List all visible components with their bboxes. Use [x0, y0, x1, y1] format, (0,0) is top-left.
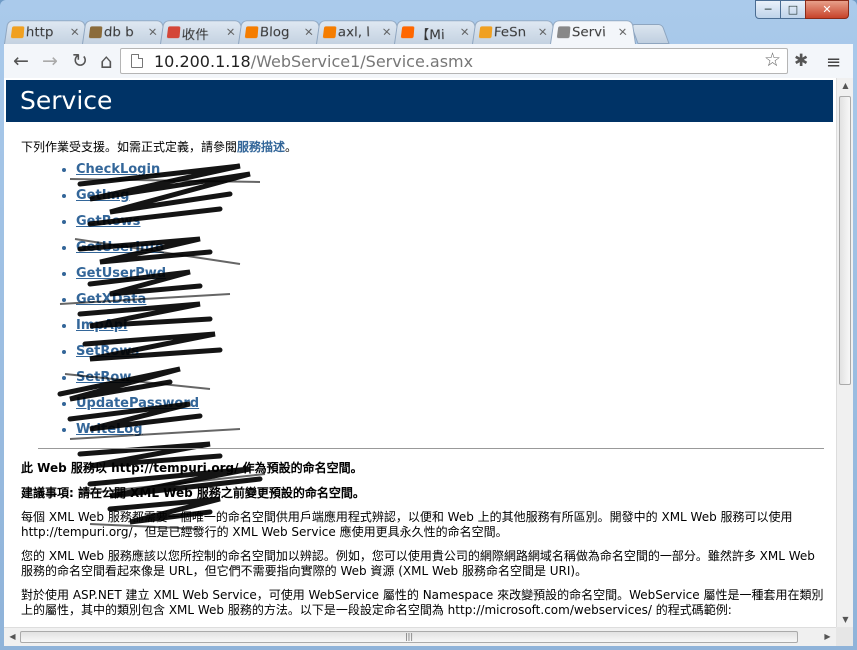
loop-icon — [478, 26, 493, 39]
vertical-scroll-thumb[interactable] — [839, 96, 851, 385]
tab-strip: http × db b × 收件 × Blog × axl, l × 【Mi × FeSn × Servi × — [4, 18, 670, 44]
maximize-button[interactable]: □ — [780, 0, 806, 19]
blogger-icon — [322, 26, 337, 39]
new-tab-button[interactable] — [630, 24, 670, 44]
loop-icon — [10, 26, 25, 39]
minimize-button[interactable]: ─ — [755, 0, 781, 19]
tab-close-icon[interactable]: × — [303, 25, 314, 38]
vertical-scrollbar[interactable]: ▲ ▼ — [836, 78, 853, 627]
extension-puzzle-icon[interactable]: ✱ — [794, 51, 808, 71]
page-title: Service — [6, 80, 833, 122]
paragraph-namespace-unique: 每個 XML Web 服務都需要一個唯一的命名空間供用戶端應用程式辨認，以便和 … — [21, 510, 793, 539]
window-controls: ─ □ ✕ — [755, 0, 849, 19]
tab-close-icon[interactable]: × — [225, 25, 236, 38]
tab-close-icon[interactable]: × — [147, 25, 158, 38]
toolbar: ← → ↻ ⌂ 10.200.1.18/WebService1/Service.… — [4, 44, 853, 79]
reload-button[interactable]: ↻ — [72, 51, 88, 71]
browser-window: ─ □ ✕ http × db b × 收件 × Blog × axl, l × 【Mi × FeSn ×… — [0, 0, 857, 650]
tab-close-icon[interactable]: × — [69, 25, 80, 38]
intro-end: 。 — [285, 140, 298, 154]
tab-6[interactable]: FeSn × — [472, 20, 556, 44]
scroll-up-arrow-icon[interactable]: ▲ — [837, 81, 853, 90]
tab-5[interactable]: 【Mi × — [394, 20, 478, 44]
tab-title: http — [25, 25, 54, 41]
tab-title: 【Mi — [415, 28, 445, 44]
page-icon — [131, 54, 143, 68]
url-path: /WebService1/Service.asmx — [250, 52, 474, 71]
paragraph-namespace-control: 您的 XML Web 服務應該以您所控制的命名空間加以辨認。例如，您可以使用貴公… — [21, 549, 815, 578]
paragraph-aspnet: 對於使用 ASP.NET 建立 XML Web Service，可使用 WebS… — [21, 588, 824, 617]
gmail-icon — [166, 26, 181, 39]
tab-title: 收件 — [181, 28, 209, 44]
tab-close-icon[interactable]: × — [459, 25, 470, 38]
mi-icon — [400, 26, 415, 39]
url-host: 10.200.1.18 — [154, 52, 251, 71]
tab-7[interactable]: Servi × — [550, 20, 636, 44]
bookmark-star-icon[interactable]: ☆ — [764, 49, 781, 71]
tab-title: axl, l — [337, 25, 371, 41]
page-icon — [556, 26, 571, 39]
tab-close-icon[interactable]: × — [617, 25, 628, 38]
horizontal-scrollbar[interactable]: ◀ ||| ▶ — [4, 627, 853, 646]
separator — [38, 448, 824, 449]
forward-button[interactable]: → — [42, 51, 58, 71]
tab-close-icon[interactable]: × — [381, 25, 392, 38]
page-viewport: Service 下列作業受支援。如需正式定義，請參閱服務描述。 CheckLog… — [4, 78, 853, 646]
scroll-right-arrow-icon[interactable]: ▶ — [819, 632, 836, 641]
tab-title: Blog — [259, 25, 290, 41]
scroll-down-arrow-icon[interactable]: ▼ — [837, 615, 853, 624]
blogger-icon — [244, 26, 259, 39]
tab-3[interactable]: Blog × — [238, 20, 322, 44]
tab-0[interactable]: http × — [4, 20, 88, 44]
image-icon — [88, 26, 103, 39]
chrome-menu-icon[interactable]: ≡ — [826, 52, 841, 73]
address-bar[interactable]: 10.200.1.18/WebService1/Service.asmx ☆ — [120, 48, 788, 74]
tab-title: db b — [103, 25, 134, 41]
recommendation-heading: 建議事項: 請在公開 XML Web 服務之前變更預設的命名空間。 — [21, 486, 365, 500]
namespace-note: 此 Web 服務以 http://tempuri.org/ 作為預設的命名空間。 — [21, 461, 363, 475]
tab-1[interactable]: db b × — [82, 20, 166, 44]
tab-4[interactable]: axl, l × — [316, 20, 400, 44]
tab-title: FeSn — [493, 25, 527, 41]
intro-label: 下列作業受支援。如需正式定義，請參閱 — [21, 140, 238, 154]
service-description-link[interactable]: 服務描述 — [237, 140, 285, 154]
close-button[interactable]: ✕ — [805, 0, 849, 19]
tab-2[interactable]: 收件 × — [160, 20, 244, 44]
back-button[interactable]: ← — [13, 51, 29, 71]
horizontal-scroll-thumb[interactable]: ||| — [20, 631, 798, 643]
scroll-left-arrow-icon[interactable]: ◀ — [4, 632, 21, 641]
tab-close-icon[interactable]: × — [537, 25, 548, 38]
tab-title: Servi — [571, 25, 607, 41]
page-content: Service 下列作業受支援。如需正式定義，請參閱服務描述。 CheckLog… — [4, 78, 836, 627]
intro-text: 下列作業受支援。如需正式定義，請參閱服務描述。 — [21, 138, 297, 155]
scrollbar-corner — [836, 627, 853, 646]
home-button[interactable]: ⌂ — [100, 51, 113, 71]
redaction-scribble — [57, 163, 266, 530]
